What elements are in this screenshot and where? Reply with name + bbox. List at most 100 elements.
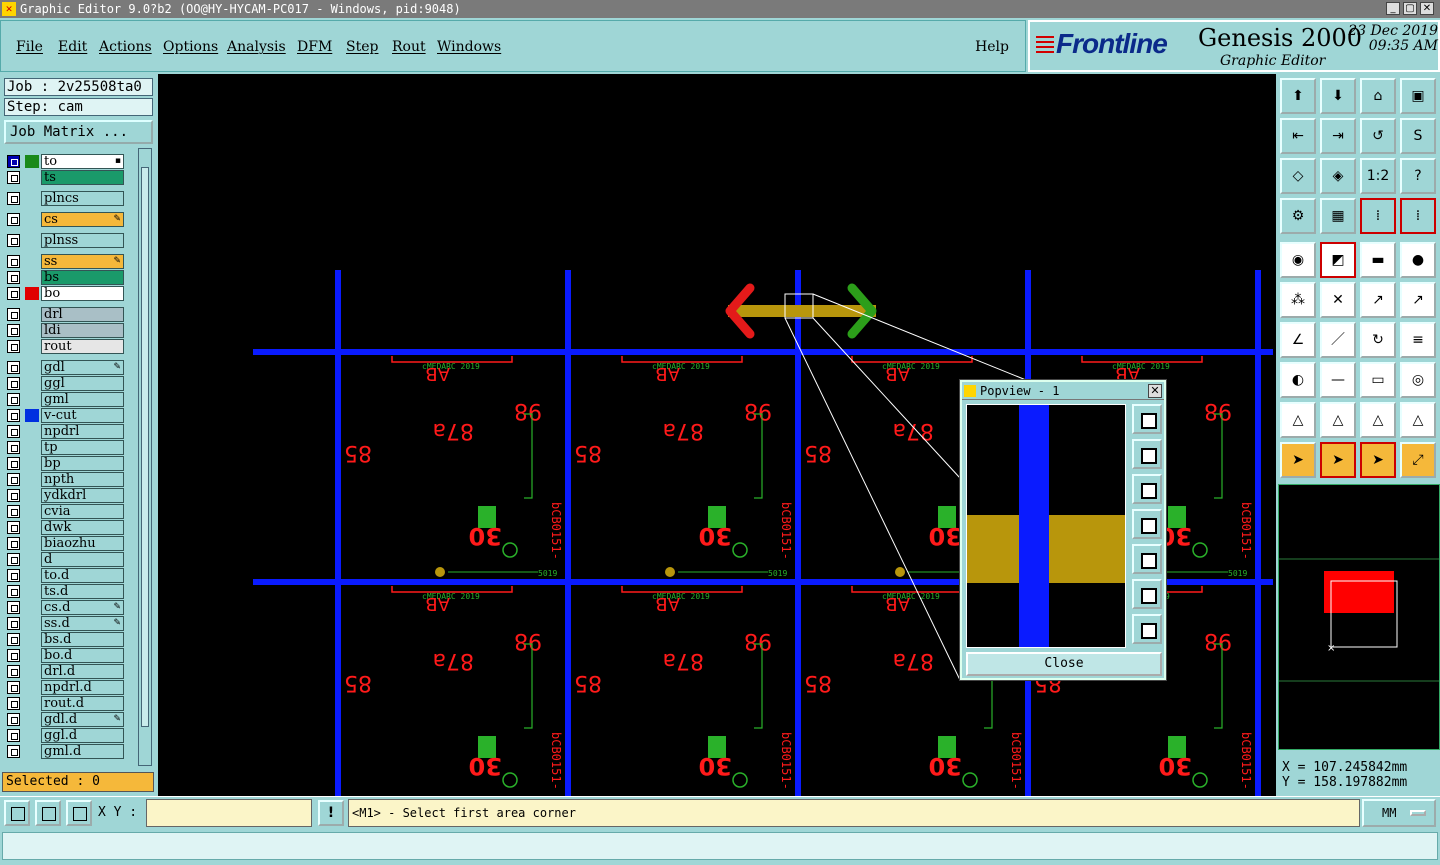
- layer-name[interactable]: npdrl.d: [41, 680, 124, 695]
- zoom-next-icon[interactable]: ⇥: [1320, 118, 1356, 154]
- layer-row-rout.d[interactable]: rout.d: [4, 696, 126, 711]
- measure-mode-icon[interactable]: [35, 800, 61, 826]
- tri-a-icon[interactable]: △: [1280, 402, 1316, 438]
- layer-checkbox[interactable]: [7, 361, 20, 374]
- layer-checkbox[interactable]: [7, 457, 20, 470]
- layer-name[interactable]: to ▪: [41, 154, 124, 169]
- job-matrix-button[interactable]: Job Matrix ...: [4, 120, 153, 144]
- layer-list-scrollbar[interactable]: [138, 148, 152, 766]
- menu-analysis[interactable]: Analysis: [227, 39, 286, 55]
- layer-row-biaozhu[interactable]: biaozhu: [4, 536, 126, 551]
- layer-checkbox[interactable]: [7, 425, 20, 438]
- layer-checkbox[interactable]: [7, 441, 20, 454]
- pad-tool-icon[interactable]: ◐: [1280, 362, 1316, 398]
- layer-checkbox[interactable]: [7, 171, 20, 184]
- layer-row-ggl.d[interactable]: ggl.d: [4, 728, 126, 743]
- layer-checkbox[interactable]: [7, 745, 20, 758]
- layer-name[interactable]: tp: [41, 440, 124, 455]
- layer-row-to.d[interactable]: to.d: [4, 568, 126, 583]
- menu-rout[interactable]: Rout: [392, 39, 426, 55]
- s-step-icon[interactable]: S: [1400, 118, 1436, 154]
- layer-row-npth[interactable]: npth: [4, 472, 126, 487]
- units-selector[interactable]: MM: [1362, 799, 1436, 827]
- layer-name[interactable]: ydkdrl: [41, 488, 124, 503]
- layer-name[interactable]: ts.d: [41, 584, 124, 599]
- layer-checkbox[interactable]: [7, 521, 20, 534]
- point-snap-icon[interactable]: ↗: [1360, 282, 1396, 318]
- cut-tool-icon[interactable]: —: [1320, 362, 1356, 398]
- layer-checkbox[interactable]: [7, 255, 20, 268]
- grid-icon[interactable]: ▦: [1320, 198, 1356, 234]
- layer-checkbox[interactable]: [7, 308, 20, 321]
- popview-window[interactable]: Popview - 1 ✕ Close: [960, 380, 1166, 680]
- layer-row-gml[interactable]: gml: [4, 392, 126, 407]
- popview-zoom-fit-button[interactable]: [1132, 579, 1162, 609]
- layer-row-ldi[interactable]: ldi: [4, 323, 126, 338]
- pointer-link-icon[interactable]: ⤢: [1400, 442, 1436, 478]
- layer-name[interactable]: gml: [41, 392, 124, 407]
- layer-checkbox[interactable]: [7, 569, 20, 582]
- layer-checkbox[interactable]: [7, 473, 20, 486]
- line-icon[interactable]: ∠: [1280, 322, 1316, 358]
- measure-tool-icon[interactable]: ◩: [1320, 242, 1356, 278]
- pointer-box-icon[interactable]: ➤: [1320, 442, 1356, 478]
- layers-display-icon[interactable]: ⁞: [1360, 198, 1396, 234]
- window-layout-icon[interactable]: ▣: [1400, 78, 1436, 114]
- layer-row-d[interactable]: d: [4, 552, 126, 567]
- layer-row-bs.d[interactable]: bs.d: [4, 632, 126, 647]
- layer-name[interactable]: gdl ✎: [41, 360, 124, 375]
- layer-checkbox[interactable]: [7, 713, 20, 726]
- layer-checkbox[interactable]: [7, 649, 20, 662]
- scrollbar-thumb[interactable]: [141, 167, 149, 727]
- layer-name[interactable]: npth: [41, 472, 124, 487]
- tri-b-icon[interactable]: △: [1320, 402, 1356, 438]
- layer-checkbox[interactable]: [7, 409, 20, 422]
- layer-row-bs[interactable]: bs: [4, 270, 126, 285]
- menu-dfm[interactable]: DFM: [297, 39, 332, 55]
- popview-zoom-in-button[interactable]: [1132, 404, 1162, 434]
- layer-row-npdrl.d[interactable]: npdrl.d: [4, 680, 126, 695]
- diagonal-icon[interactable]: ／: [1320, 322, 1356, 358]
- menu-windows[interactable]: Windows: [437, 39, 501, 55]
- snap-mode-icon[interactable]: [4, 800, 30, 826]
- layer-name[interactable]: ss ✎: [41, 254, 124, 269]
- layer-checkbox[interactable]: [7, 697, 20, 710]
- pointer-move-icon[interactable]: ➤: [1360, 442, 1396, 478]
- layer-checkbox[interactable]: [7, 553, 20, 566]
- layer-checkbox[interactable]: [7, 213, 20, 226]
- layer-row-drl[interactable]: drl: [4, 307, 126, 322]
- layer-checkbox[interactable]: [7, 192, 20, 205]
- layer-row-dwk[interactable]: dwk: [4, 520, 126, 535]
- layer-row-ss.d[interactable]: ss.d ✎: [4, 616, 126, 631]
- layer-name[interactable]: to.d: [41, 568, 124, 583]
- layer-row-ts[interactable]: ts: [4, 170, 126, 185]
- popview-title-bar[interactable]: Popview - 1 ✕: [962, 382, 1164, 400]
- node-snap-icon[interactable]: ↗: [1400, 282, 1436, 318]
- arc-icon[interactable]: ↻: [1360, 322, 1396, 358]
- layer-checkbox[interactable]: [7, 324, 20, 337]
- popview-pan-right-button[interactable]: [1132, 544, 1162, 574]
- layer-row-ss[interactable]: ss ✎: [4, 254, 126, 269]
- layer-checkbox[interactable]: [7, 393, 20, 406]
- ruler-icon[interactable]: ▬: [1360, 242, 1396, 278]
- layer-checkbox[interactable]: [7, 377, 20, 390]
- layer-checkbox[interactable]: [7, 537, 20, 550]
- layer-name[interactable]: bp: [41, 456, 124, 471]
- menu-help[interactable]: Help: [975, 39, 1009, 55]
- layer-name[interactable]: bs: [41, 270, 124, 285]
- layer-name[interactable]: ts: [41, 170, 124, 185]
- layer-name[interactable]: bs.d: [41, 632, 124, 647]
- layer-row-v-cut[interactable]: v-cut: [4, 408, 126, 423]
- popview-pan-down-button[interactable]: [1132, 474, 1162, 504]
- layer-name[interactable]: cs.d ✎: [41, 600, 124, 615]
- layer-name[interactable]: dwk: [41, 520, 124, 535]
- layer-checkbox[interactable]: [7, 489, 20, 502]
- layer-row-drl.d[interactable]: drl.d: [4, 664, 126, 679]
- layer-name[interactable]: ss.d ✎: [41, 616, 124, 631]
- layer-row-rout[interactable]: rout: [4, 339, 126, 354]
- layer-checkbox[interactable]: [7, 271, 20, 284]
- scale-1-2-icon[interactable]: 1:2: [1360, 158, 1396, 194]
- layer-name[interactable]: cs ✎: [41, 212, 124, 227]
- layers-toggle-icon[interactable]: ⁞: [1400, 198, 1436, 234]
- open-job-icon[interactable]: ⬆: [1280, 78, 1316, 114]
